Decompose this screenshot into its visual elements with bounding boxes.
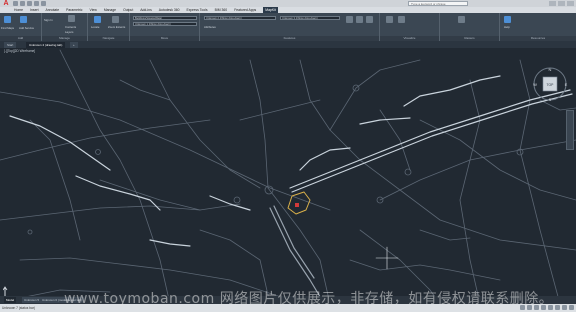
document-tabs: Start Unknown 4 (drawing tab) + bbox=[0, 41, 576, 48]
layers-button[interactable]: Layers bbox=[65, 30, 73, 34]
add-service-icon[interactable] bbox=[20, 16, 27, 23]
analyze-icon[interactable] bbox=[398, 16, 405, 23]
customize-menu-icon[interactable] bbox=[569, 305, 574, 310]
undo-icon[interactable] bbox=[34, 1, 39, 6]
contents-icon[interactable] bbox=[68, 15, 75, 22]
panel-navigate: Locate Zoom Extents Navigate bbox=[88, 13, 130, 41]
delete-tool-icon[interactable] bbox=[366, 16, 373, 23]
raster-icon[interactable] bbox=[458, 16, 465, 23]
watermark-text: www.toymoban.com 网络图片仅供展示，非存储，如有侵权请联系删除。 bbox=[64, 291, 554, 307]
navigation-bar[interactable] bbox=[566, 110, 574, 150]
viewcube-east-label: E bbox=[565, 82, 568, 87]
road-network bbox=[0, 49, 576, 304]
feature-tool-icon[interactable] bbox=[346, 16, 353, 23]
quick-access-toolbar bbox=[13, 1, 46, 6]
close-icon[interactable] bbox=[567, 1, 574, 6]
zoom-extents-button[interactable]: Zoom Extents bbox=[108, 25, 125, 29]
panel-rasters: Rasters bbox=[440, 13, 500, 41]
viewport-controls-label[interactable]: [-][Top][2D Wireframe] bbox=[4, 49, 35, 53]
crosshair-cursor-icon bbox=[375, 246, 399, 270]
add-service-button[interactable]: Add Service bbox=[19, 26, 34, 30]
viewcube-south-label: S bbox=[549, 97, 552, 102]
maximize-icon[interactable] bbox=[558, 1, 565, 6]
zoom-extents-icon[interactable] bbox=[112, 16, 119, 23]
viewcube-west-label: W bbox=[533, 82, 537, 87]
help-button[interactable]: Help bbox=[504, 25, 510, 29]
ribbon: Find Maps Add Service Add Sign In Conten… bbox=[0, 13, 576, 41]
panel-visualize: Visualize bbox=[380, 13, 440, 41]
layer-dropdown[interactable]: Unknown 1 (ribbon drop-down) bbox=[133, 22, 197, 26]
tab-model[interactable]: Model bbox=[4, 297, 17, 303]
redo-icon[interactable] bbox=[41, 1, 46, 6]
panel-move: Buildings/Streets/Water Unknown 1 (ribbo… bbox=[130, 13, 200, 41]
attributes-button[interactable]: Attributes bbox=[204, 25, 216, 29]
map-canvas[interactable]: TOP N S W E bbox=[0, 48, 576, 304]
find-maps-button[interactable]: Find Maps bbox=[1, 26, 14, 30]
minimize-icon[interactable] bbox=[549, 1, 556, 6]
autocad-logo-icon[interactable]: A bbox=[1, 0, 11, 7]
contents-button[interactable]: Contents bbox=[65, 25, 76, 29]
location-marker-icon bbox=[295, 203, 299, 207]
viewcube-face-label: TOP bbox=[547, 83, 555, 87]
workspace-gear-icon[interactable] bbox=[562, 305, 567, 310]
visualize-icon[interactable] bbox=[386, 16, 393, 23]
title-bar: A Type a keyword or phrase bbox=[0, 0, 576, 7]
style-dropdown[interactable]: Unknown 3 (ribbon drop-down) bbox=[280, 16, 340, 20]
basemap-dropdown[interactable]: Buildings/Streets/Water bbox=[133, 16, 197, 20]
save-icon[interactable] bbox=[27, 1, 32, 6]
viewcube-north-label: N bbox=[549, 67, 552, 72]
feature-dropdown[interactable]: Unknown 2 (ribbon drop-down) bbox=[204, 16, 276, 20]
locate-button[interactable]: Locate bbox=[91, 25, 99, 29]
edit-tool-icon[interactable] bbox=[356, 16, 363, 23]
status-mode[interactable]: Unknown 7 (status bar) bbox=[2, 304, 35, 312]
search-input[interactable]: Type a keyword or phrase bbox=[408, 1, 468, 6]
window-controls bbox=[549, 1, 574, 6]
panel-manage: Sign In Contents Layers Manage bbox=[42, 13, 88, 41]
locate-icon[interactable] bbox=[94, 16, 101, 23]
drawing-viewport[interactable]: TOP N S W E [-][Top][2D Wireframe] bbox=[0, 48, 576, 304]
open-icon[interactable] bbox=[20, 1, 25, 6]
annotation-scale-icon[interactable] bbox=[555, 305, 560, 310]
panel-features: Unknown 2 (ribbon drop-down) Unknown 3 (… bbox=[200, 13, 380, 41]
new-icon[interactable] bbox=[13, 1, 18, 6]
sign-in-button[interactable]: Sign In bbox=[44, 18, 53, 22]
help-icon[interactable] bbox=[504, 16, 511, 23]
panel-add: Find Maps Add Service Add bbox=[0, 13, 42, 41]
highlighted-roads bbox=[9, 75, 573, 301]
panel-resources: Help Resources bbox=[500, 13, 576, 41]
find-maps-icon[interactable] bbox=[4, 16, 11, 23]
selected-parcel[interactable] bbox=[287, 191, 311, 215]
